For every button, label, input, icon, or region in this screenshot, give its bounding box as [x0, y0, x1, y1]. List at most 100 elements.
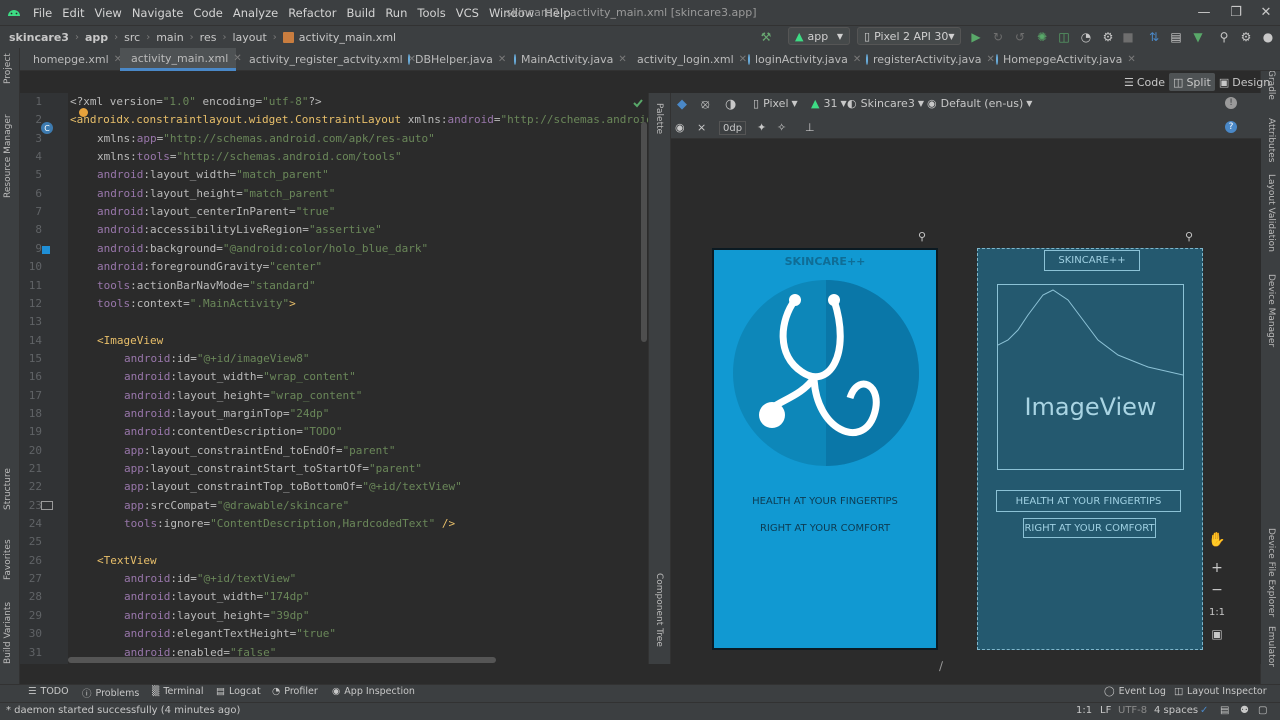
- caret-position[interactable]: 1:1: [1076, 705, 1092, 716]
- logcat-button[interactable]: ▤ Logcat: [216, 686, 261, 697]
- code-line[interactable]: tools:ignore="ContentDescription,Hardcod…: [124, 517, 455, 530]
- profiler-button[interactable]: ◔ Profiler: [272, 686, 318, 697]
- attributes-tool-button[interactable]: Attributes: [1266, 118, 1276, 162]
- menu-item[interactable]: Code: [188, 6, 227, 20]
- menu-item[interactable]: Navigate: [127, 6, 189, 20]
- locale-picker[interactable]: ◉ Default (en-us) ▼: [927, 97, 1032, 110]
- blueprint-preview[interactable]: SKINCARE++ ImageView HEALTH AT YOUR FING…: [977, 248, 1203, 650]
- design-view-button[interactable]: ▣ Design: [1215, 73, 1274, 91]
- default-margin-field[interactable]: 0dp: [719, 121, 747, 135]
- tab-xml-file[interactable]: activity_main.xml ✕: [120, 48, 242, 71]
- account-icon[interactable]: ●: [1260, 29, 1276, 45]
- tab-xml-file[interactable]: activity_login.xml ✕: [626, 48, 747, 71]
- code-line[interactable]: app:layout_constraintEnd_toEndOf="parent…: [124, 444, 396, 457]
- breadcrumb-item[interactable]: layout: [229, 31, 269, 44]
- design-preview[interactable]: SKINCARE++ HEALTH AT YOUR FINGERTIPS RIG…: [712, 248, 938, 650]
- horizontal-scrollbar[interactable]: [68, 657, 496, 663]
- code-line[interactable]: android:layout_height="39dp": [124, 609, 309, 622]
- component-tree-tool-button[interactable]: Component Tree: [654, 573, 664, 647]
- tab-java-file[interactable]: HomepgeActivity.java ✕: [990, 48, 1136, 71]
- menu-item[interactable]: Run: [380, 6, 412, 20]
- layers-icon[interactable]: ◆: [677, 97, 687, 112]
- code-line[interactable]: android:background="@android:color/holo_…: [97, 242, 428, 255]
- maximize-button[interactable]: ❐: [1220, 0, 1252, 25]
- project-tool-button[interactable]: Project: [3, 53, 13, 84]
- code-line[interactable]: app:srcCompat="@drawable/skincare": [124, 499, 349, 512]
- code-editor[interactable]: 1 <?xml version="1.0" encoding="utf-8"?> 2…: [20, 93, 653, 664]
- code-line[interactable]: android:layout_width="match_parent": [97, 168, 329, 181]
- pin-icon[interactable]: ⚲: [918, 230, 926, 243]
- pan-hand-icon[interactable]: ✋: [1206, 530, 1228, 550]
- clear-constraints-icon[interactable]: ✦: [757, 121, 766, 134]
- code-line[interactable]: android:layout_width="174dp": [124, 590, 309, 603]
- infer-constraints-icon[interactable]: ✧: [777, 121, 786, 134]
- tab-java-file[interactable]: registerActivity.java ✕: [860, 48, 995, 71]
- apply-changes-icon[interactable]: ↺: [1012, 29, 1028, 45]
- indent-setting[interactable]: 4 spaces: [1154, 705, 1198, 716]
- autoconnect-icon[interactable]: ⨯: [697, 121, 706, 134]
- zoom-out-button[interactable]: −: [1206, 580, 1228, 600]
- code-line[interactable]: android:accessibilityLiveRegion="asserti…: [97, 223, 382, 236]
- close-tab-icon[interactable]: ✕: [498, 54, 506, 65]
- menu-item[interactable]: File: [28, 6, 57, 20]
- tab-xml-file[interactable]: homepge.xml ✕: [22, 48, 122, 71]
- menu-item[interactable]: Analyze: [228, 6, 283, 20]
- menu-item[interactable]: Tools: [412, 6, 450, 20]
- hammer-icon[interactable]: ⚒: [758, 29, 774, 45]
- event-log-button[interactable]: ◯ Event Log: [1104, 686, 1166, 697]
- code-line[interactable]: android:elegantTextHeight="true": [124, 627, 336, 640]
- code-line[interactable]: app:layout_constraintTop_toBottomOf="@+i…: [124, 480, 462, 493]
- attach-debugger-icon[interactable]: ⚙: [1100, 29, 1116, 45]
- code-line[interactable]: android:id="@+id/textView": [124, 572, 296, 585]
- tab-java-file[interactable]: MainActivity.java ✕: [508, 48, 627, 71]
- favorites-tool-button[interactable]: Favorites: [3, 539, 13, 580]
- tab-xml-file[interactable]: activity_register_actvity.xml ✕: [238, 48, 416, 71]
- emulator-tool-button[interactable]: Emulator: [1266, 626, 1276, 667]
- resource-manager-tool-button[interactable]: Resource Manager: [3, 114, 13, 198]
- sdk-manager-icon[interactable]: ▼: [1190, 29, 1206, 45]
- debug-icon[interactable]: ✺: [1034, 29, 1050, 45]
- tab-java-file[interactable]: DBHelper.java ✕: [402, 48, 506, 71]
- menu-item[interactable]: View: [90, 6, 127, 20]
- design-canvas[interactable]: SKINCARE++ HEALTH AT YOUR FINGERTIPS RIG…: [671, 139, 1261, 673]
- layout-inspector-button[interactable]: ◫ Layout Inspector: [1174, 686, 1267, 697]
- menu-item[interactable]: VCS: [451, 6, 484, 20]
- color-swatch-icon[interactable]: [42, 246, 50, 254]
- zoom-actual-size-button[interactable]: 1:1: [1206, 602, 1228, 622]
- pin-icon[interactable]: ⚲: [1185, 230, 1193, 243]
- code-line[interactable]: android:layout_centerInParent="true": [97, 205, 335, 218]
- class-gutter-icon[interactable]: C: [41, 122, 53, 134]
- minimize-button[interactable]: —: [1188, 0, 1220, 25]
- inspection-icon[interactable]: ⚉: [1240, 705, 1249, 716]
- lock-icon[interactable]: ▤: [1220, 705, 1229, 716]
- menu-item[interactable]: Edit: [57, 6, 89, 20]
- help-icon[interactable]: ?: [1225, 121, 1237, 133]
- code-line[interactable]: xmlns:app="http://schemas.android.com/ap…: [97, 132, 435, 145]
- breadcrumb-item[interactable]: res: [197, 31, 220, 44]
- code-line[interactable]: xmlns:tools="http://schemas.android.com/…: [97, 150, 402, 163]
- code-line[interactable]: tools:actionBarNavMode="standard": [97, 279, 316, 292]
- code-line[interactable]: <androidx.constraintlayout.widget.Constr…: [70, 113, 653, 126]
- view-options-icon[interactable]: ◉: [675, 121, 685, 134]
- code-line[interactable]: <TextView: [97, 554, 157, 567]
- line-separator[interactable]: LF: [1100, 705, 1111, 716]
- git-icon[interactable]: ✓: [1200, 705, 1208, 716]
- profile-icon[interactable]: ◔: [1078, 29, 1094, 45]
- code-line[interactable]: android:layout_height="match_parent": [97, 187, 335, 200]
- breadcrumb-item[interactable]: src: [121, 31, 143, 44]
- app-inspection-button[interactable]: ◉ App Inspection: [332, 686, 415, 697]
- code-line[interactable]: android:id="@+id/imageView8": [124, 352, 309, 365]
- vertical-scrollbar[interactable]: [641, 122, 647, 342]
- close-window-button[interactable]: ✕: [1250, 0, 1280, 25]
- close-tab-icon[interactable]: ✕: [1127, 54, 1135, 65]
- settings-gear-icon[interactable]: ⚙: [1238, 29, 1254, 45]
- memory-indicator-icon[interactable]: ▢: [1258, 705, 1267, 716]
- coverage-icon[interactable]: ◫: [1056, 29, 1072, 45]
- device-file-explorer-tool-button[interactable]: Device File Explorer: [1266, 528, 1276, 617]
- image-gutter-icon[interactable]: [41, 501, 53, 510]
- bulb-icon[interactable]: [79, 108, 88, 117]
- night-mode-icon[interactable]: ◑: [725, 97, 736, 112]
- menu-item[interactable]: Refactor: [283, 6, 341, 20]
- code-line[interactable]: android:layout_width="wrap_content": [124, 370, 356, 383]
- rerun-icon[interactable]: ↻: [990, 29, 1006, 45]
